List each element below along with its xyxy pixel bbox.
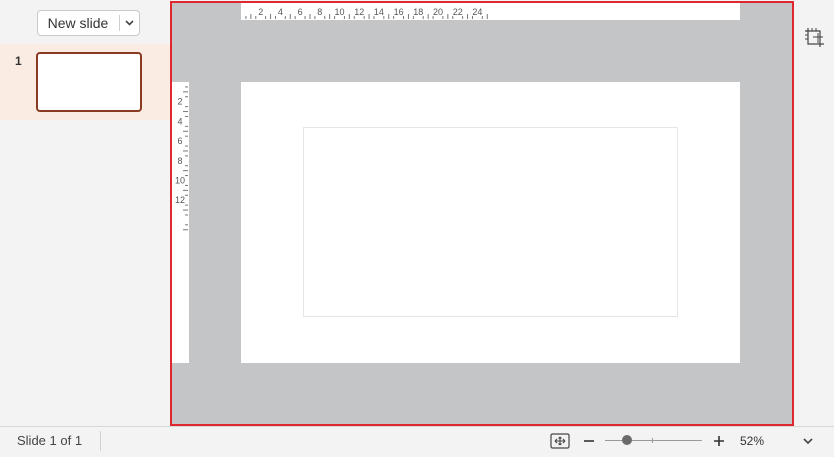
ruler-label: 16 <box>394 7 404 17</box>
new-slide-dropdown-button[interactable] <box>120 11 139 35</box>
minus-icon <box>584 440 594 442</box>
vertical-ruler[interactable]: 2 4 6 8 10 12 <box>172 21 189 426</box>
ruler-label: 2 <box>258 7 263 17</box>
slide-thumbnail[interactable] <box>36 52 142 112</box>
slide-thumbnail-number: 1 <box>15 54 22 68</box>
new-slide-button[interactable]: New slide <box>38 11 118 35</box>
ruler-label: 2 <box>177 97 182 107</box>
new-slide-split-button: New slide <box>37 10 140 36</box>
ruler-label: 12 <box>354 7 364 17</box>
crop-grid-icon <box>805 28 824 47</box>
ruler-label: 6 <box>298 7 303 17</box>
content-placeholder[interactable] <box>303 127 678 317</box>
status-divider <box>100 431 101 451</box>
right-toolbar <box>794 0 834 426</box>
zoom-level: 52% <box>740 434 765 448</box>
slide-settings-button[interactable] <box>801 24 827 50</box>
slide-counter: Slide 1 of 1 <box>17 433 83 448</box>
zoom-out-button[interactable] <box>580 430 598 452</box>
zoom-slider-track[interactable] <box>605 440 702 441</box>
ruler-label: 4 <box>278 7 283 17</box>
ruler-label: 14 <box>374 7 384 17</box>
ruler-label: 20 <box>433 7 443 17</box>
ruler-label: 10 <box>334 7 344 17</box>
ruler-label: 4 <box>177 116 182 126</box>
status-bar: Slide 1 of 1 52% <box>0 426 834 455</box>
zoom-slider-handle[interactable] <box>622 435 633 445</box>
zoom-in-button[interactable] <box>710 430 728 452</box>
ruler-label: 8 <box>317 7 322 17</box>
horizontal-ruler[interactable]: 2 4 6 8 10 12 14 16 18 20 22 24 <box>190 3 794 20</box>
ruler-label: 24 <box>472 7 482 17</box>
ruler-label: 22 <box>453 7 463 17</box>
fit-screen-icon <box>550 433 570 449</box>
slides-panel: New slide 1 <box>0 0 171 426</box>
ruler-label: 18 <box>413 7 423 17</box>
ruler-corner <box>172 3 189 20</box>
ruler-label: 6 <box>177 136 182 146</box>
ruler-label: 12 <box>175 195 185 205</box>
slide-canvas[interactable] <box>241 82 740 363</box>
plus-icon <box>714 436 724 446</box>
zoom-slider-midpoint <box>652 438 653 443</box>
ruler-label: 8 <box>177 156 182 166</box>
ruler-label: 10 <box>175 176 185 186</box>
slide-editing-area[interactable]: 2 4 6 8 10 12 14 16 18 20 22 24 2 4 6 8 10 12 <box>170 1 794 426</box>
chevron-down-icon <box>803 438 813 445</box>
chevron-down-icon <box>125 20 134 26</box>
zoom-menu-button[interactable] <box>800 432 816 450</box>
fit-to-slide-button[interactable] <box>549 431 571 451</box>
slide-thumbnail-row[interactable]: 1 <box>0 44 170 120</box>
